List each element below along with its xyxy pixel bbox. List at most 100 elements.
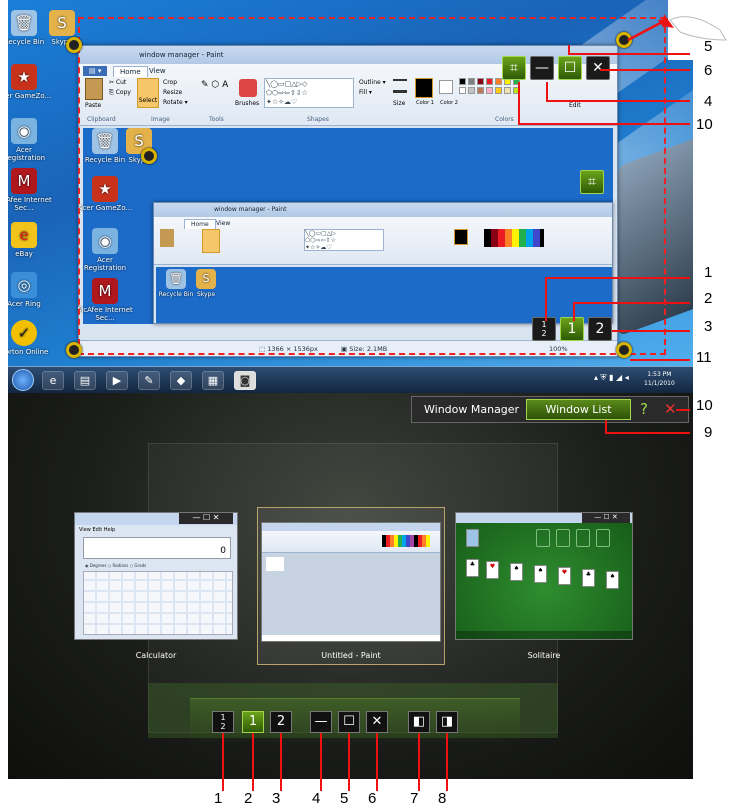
- callout-bottom-3: 3: [272, 790, 281, 807]
- inner-fit-window-button[interactable]: ⌗: [580, 170, 604, 194]
- thumb-caption-paint: Untitled - Paint: [321, 651, 381, 660]
- callout-bottom-4: 4: [312, 790, 321, 807]
- callout-bottom-6: 6: [368, 790, 377, 807]
- callout-bottom-7: 7: [410, 790, 419, 807]
- window-thumb-paint[interactable]: [261, 522, 441, 642]
- desktop-icon-ebay[interactable]: e eBay: [8, 222, 54, 258]
- calc-keypad: [83, 571, 233, 635]
- ebay-icon: e: [11, 222, 37, 248]
- thumb-caption-solitaire: Solitaire: [527, 651, 561, 660]
- taskbar-ie-icon[interactable]: e: [42, 371, 64, 390]
- taskbar-window-icon[interactable]: ◙: [234, 371, 256, 390]
- callout-line: [446, 733, 448, 791]
- window-thumb-calculator[interactable]: — ☐ ✕ View Edit Help 0 ◉ Degrees ○ Radia…: [74, 512, 238, 640]
- paint-thumb-workspace: [262, 553, 440, 635]
- stock-pile: [466, 529, 479, 547]
- foundation-slot: [576, 529, 590, 547]
- tableau-card: ♥: [558, 567, 571, 585]
- screen-2-label: 2: [276, 714, 286, 729]
- desktop-icon-acer-registration[interactable]: ◉ Acer Registration: [8, 118, 54, 162]
- bottom-close-button[interactable]: ✕: [366, 711, 388, 733]
- tray-icons[interactable]: ▴ ⛨ ▮ ◢ ◂: [594, 373, 629, 383]
- solitaire-window-controls: — ☐ ✕: [582, 513, 630, 523]
- callout-line: [376, 733, 378, 791]
- tableau-card: ♠: [606, 571, 619, 589]
- window-manager-title: Window Manager: [424, 403, 520, 416]
- callout-10: 10: [696, 116, 713, 133]
- fraction-label: 12: [541, 320, 547, 338]
- bottom-screen-1-button[interactable]: 1: [242, 711, 264, 733]
- callout-1: 1: [704, 264, 713, 281]
- desktop-icon-label: Acer GameZo...: [8, 92, 52, 100]
- screen-2-button[interactable]: 2: [588, 317, 612, 341]
- close-window-manager-icon[interactable]: ✕: [664, 397, 677, 422]
- taskbar-calc-icon[interactable]: ▦: [202, 371, 224, 390]
- callout-line: [612, 330, 690, 332]
- calc-menu: View Edit Help: [79, 527, 116, 533]
- taskbar-paint-icon[interactable]: ✎: [138, 371, 160, 390]
- close-button[interactable]: ✕: [586, 56, 610, 80]
- foundation-slot: [596, 529, 610, 547]
- bottom-maximize-button[interactable]: ☐: [338, 711, 360, 733]
- resize-handle-top-left[interactable]: [66, 37, 82, 53]
- bottom-minimize-button[interactable]: —: [310, 711, 332, 733]
- minimize-icon: —: [535, 60, 549, 76]
- screen-1-label: 1: [248, 714, 258, 729]
- desktop-icon-label: Norton Online: [8, 348, 49, 356]
- game-icon: ★: [11, 64, 37, 90]
- calc-window-controls: — ☐ ✕: [179, 513, 233, 524]
- callout-line: [676, 409, 690, 411]
- callout-line: [545, 277, 690, 279]
- tray-clock[interactable]: 1:53 PM 11/1/2010: [644, 370, 675, 388]
- callout-line: [545, 277, 547, 321]
- callout-line: [518, 82, 520, 124]
- screen-1-button[interactable]: 1: [560, 317, 584, 341]
- paint-thumb-canvas: [266, 557, 284, 571]
- mcafee-icon: M: [11, 168, 37, 194]
- snap-right-button[interactable]: ◨: [436, 711, 458, 733]
- split-half-button[interactable]: 12: [532, 317, 556, 341]
- calc-angle-options: ◉ Degrees ○ Radians ○ Grads: [85, 563, 147, 568]
- window-manager-bar: Window Manager Window List ? ✕: [411, 396, 689, 423]
- screen-2-label: 2: [595, 321, 605, 337]
- resize-handle-inner[interactable]: [141, 148, 157, 164]
- taskbar-app-icon[interactable]: ◆: [170, 371, 192, 390]
- help-icon[interactable]: ?: [640, 397, 648, 422]
- minimize-icon: —: [314, 714, 328, 729]
- callout-2: 2: [704, 290, 713, 307]
- callout-line: [518, 123, 690, 125]
- resize-handle-bottom-left[interactable]: [66, 342, 82, 358]
- callout-line: [252, 733, 254, 791]
- desktop-icon-label: Acer Ring: [8, 300, 41, 308]
- paint-thumb-palette: [382, 535, 430, 547]
- callout-9: 9: [704, 424, 713, 441]
- desktop-icon-norton[interactable]: ✓ Norton Online: [8, 320, 54, 356]
- window-thumb-solitaire[interactable]: — ☐ ✕ ♣ ♥ ♠ ♠ ♥ ♣ ♠: [455, 512, 633, 640]
- callout-5: 5: [704, 38, 713, 55]
- taskbar-media-icon[interactable]: ▶: [106, 371, 128, 390]
- callout-line: [546, 100, 690, 102]
- tableau-card: ♠: [534, 565, 547, 583]
- paint-thumb-title: [262, 523, 440, 531]
- taskbar-explorer-icon[interactable]: ▤: [74, 371, 96, 390]
- desktop-icon-acer-gamezone[interactable]: ★ Acer GameZo...: [8, 64, 54, 100]
- snap-right-icon: ◨: [440, 714, 454, 729]
- maximize-button[interactable]: ☐: [558, 56, 582, 80]
- bottom-split-half-button[interactable]: 12: [212, 711, 234, 733]
- calc-display: 0: [83, 537, 231, 559]
- minimize-button[interactable]: —: [530, 56, 554, 80]
- callout-bottom-2: 2: [244, 790, 253, 807]
- callout-line: [570, 53, 690, 55]
- snap-left-button[interactable]: ◧: [408, 711, 430, 733]
- resize-handle-bottom-right[interactable]: [616, 342, 632, 358]
- fit-window-button[interactable]: ⌗: [502, 56, 526, 80]
- callout-line: [348, 733, 350, 791]
- callout-line: [573, 302, 690, 304]
- desktop-icon-mcafee[interactable]: M McAfee Internet Sec...: [8, 168, 54, 212]
- desktop-icon-acer-ring[interactable]: ◎ Acer Ring: [8, 272, 54, 308]
- window-list-button[interactable]: Window List: [526, 399, 631, 420]
- callout-line: [280, 733, 282, 791]
- callout-line: [320, 733, 322, 791]
- bottom-screen-2-button[interactable]: 2: [270, 711, 292, 733]
- start-button[interactable]: [12, 369, 34, 391]
